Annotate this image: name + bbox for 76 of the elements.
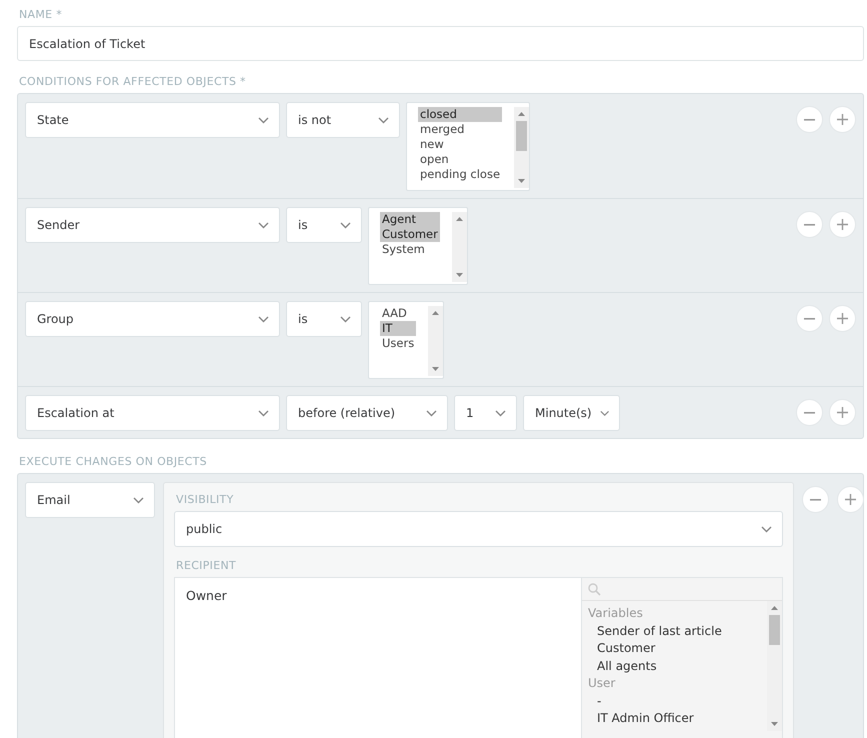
listbox-option[interactable]: Users [380, 336, 416, 351]
listbox-option[interactable]: new [418, 137, 502, 152]
remove-button[interactable] [796, 305, 823, 332]
scrollbar[interactable] [514, 107, 530, 188]
minus-icon [804, 318, 815, 320]
minus-icon [804, 412, 815, 414]
amount-select[interactable]: 1 [454, 395, 517, 431]
remove-button[interactable] [796, 211, 823, 238]
group-heading: User [588, 675, 616, 692]
listbox-option[interactable]: closed [418, 107, 502, 122]
chevron-down-icon [761, 526, 772, 532]
field-label: RECIPIENT [175, 558, 237, 574]
value-listbox[interactable]: closed merged new open pending close [406, 102, 530, 191]
chevron-down-icon [426, 410, 437, 416]
add-button[interactable] [837, 486, 864, 513]
minus-icon [804, 118, 815, 120]
chevron-down-icon [340, 316, 351, 322]
group-heading: Variables [588, 605, 644, 622]
section-label: EXECUTE CHANGES ON OBJECTS [18, 454, 208, 470]
add-button[interactable] [829, 399, 856, 426]
scrollbar[interactable] [428, 306, 444, 376]
remove-button[interactable] [796, 399, 823, 426]
chevron-down-icon [600, 410, 609, 416]
plus-icon [837, 313, 848, 324]
picker-option[interactable]: All agents [588, 658, 767, 675]
remove-button[interactable] [796, 106, 823, 133]
listbox-option[interactable]: open [418, 152, 502, 167]
field-label: NAME * [18, 7, 63, 23]
chevron-down-icon [495, 410, 506, 416]
chevron-down-icon [133, 496, 144, 504]
chevron-down-icon [258, 222, 269, 228]
listbox-option[interactable]: AAD [380, 306, 416, 321]
visibility-select[interactable]: public [174, 511, 783, 547]
picker-option[interactable]: Customer [588, 640, 767, 658]
name-input[interactable]: Escalation of Ticket [17, 26, 864, 61]
attribute-select[interactable]: Escalation at [25, 395, 280, 431]
unit-select[interactable]: Minute(s) [523, 395, 620, 431]
minus-icon [804, 224, 815, 226]
field-label: VISIBILITY [175, 492, 235, 508]
picker-option[interactable]: - [588, 692, 767, 710]
chevron-down-icon [258, 410, 269, 416]
search-icon[interactable] [588, 582, 601, 596]
listbox-option[interactable]: Customer [380, 227, 440, 242]
section-label: CONDITIONS FOR AFFECTED OBJECTS * [18, 74, 247, 90]
add-button[interactable] [829, 211, 856, 238]
attribute-select[interactable]: Group [25, 301, 280, 337]
operator-select[interactable]: is not [286, 102, 400, 138]
add-button[interactable] [829, 106, 856, 133]
listbox-option[interactable]: pending close [418, 167, 502, 182]
plus-icon [845, 494, 856, 505]
plus-icon [837, 114, 848, 125]
chevron-down-icon [258, 116, 269, 124]
chevron-down-icon [258, 316, 269, 322]
attribute-select[interactable]: Sender [25, 207, 280, 243]
listbox-option[interactable]: System [380, 242, 440, 257]
operator-select[interactable]: is [286, 207, 362, 243]
action-select[interactable]: Email [25, 482, 155, 518]
picker-option[interactable]: Sender of last article [588, 622, 767, 640]
plus-icon [837, 219, 848, 230]
picker-option[interactable]: IT Admin Officer [588, 710, 767, 728]
chevron-down-icon [378, 116, 389, 124]
plus-icon [837, 407, 848, 418]
add-button[interactable] [829, 305, 856, 332]
minus-icon [810, 498, 821, 500]
operator-select[interactable]: is [286, 301, 362, 337]
scrollbar[interactable] [452, 212, 467, 282]
value-listbox[interactable]: AAD IT Users [368, 301, 444, 379]
chevron-down-icon [340, 222, 351, 228]
listbox-option[interactable]: Agent [380, 212, 440, 227]
recipient-value[interactable]: Owner [175, 578, 581, 738]
remove-button[interactable] [802, 486, 829, 513]
value-listbox[interactable]: Agent Customer System [368, 207, 468, 285]
attribute-select[interactable]: State [25, 102, 280, 138]
listbox-option[interactable]: merged [418, 122, 502, 137]
listbox-option[interactable]: IT [380, 321, 416, 336]
operator-select[interactable]: before (relative) [286, 395, 448, 431]
